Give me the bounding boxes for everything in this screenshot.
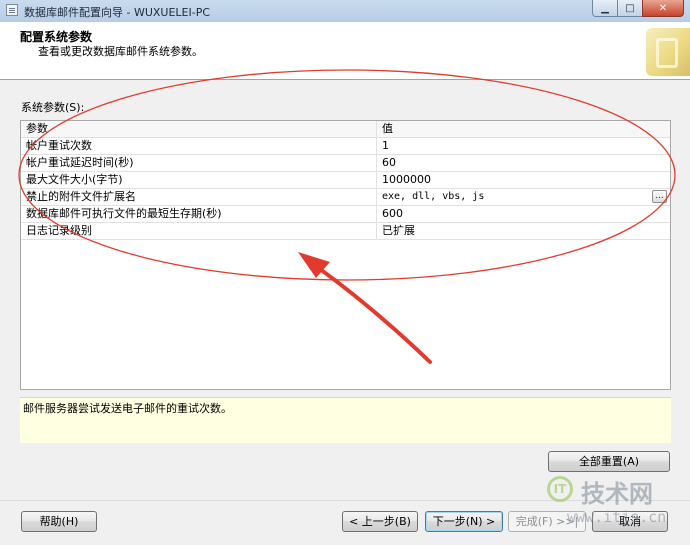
table-row[interactable]: 日志记录级别 已扩展 [21,223,670,240]
parameter-value[interactable]: 1 [382,138,652,154]
table-row[interactable]: 帐户重试延迟时间(秒) 60 [21,155,670,172]
parameter-name: 禁止的附件文件扩展名 [26,190,136,203]
parameter-value[interactable]: exe, dll, vbs, js [382,189,652,205]
page-subtitle: 查看或更改数据库邮件系统参数。 [38,45,203,58]
window-title: 数据库邮件配置向导 - WUXUELEI-PC [24,6,211,19]
parameter-name: 帐户重试次数 [26,139,92,152]
minimize-icon: ▁ [601,2,609,14]
maximize-icon: □ [625,2,635,14]
column-divider[interactable] [376,121,377,137]
table-row[interactable]: 帐户重试次数 1 [21,138,670,155]
watermark-logo-icon: IT [547,476,573,502]
column-divider [376,155,377,171]
system-parameters-label: 系统参数(S): [21,101,85,114]
close-button[interactable]: ✕ [642,0,684,17]
app-icon [6,4,18,16]
cancel-button[interactable]: 取消 [592,511,668,532]
help-button[interactable]: 帮助(H) [21,511,97,532]
minimize-button[interactable]: ▁ [592,0,618,17]
parameter-value[interactable]: 已扩展 [382,223,652,239]
back-button[interactable]: < 上一步(B) [342,511,418,532]
table-row[interactable]: 最大文件大小(字节) 1000000 [21,172,670,189]
maximize-button[interactable]: □ [617,0,643,17]
next-button[interactable]: 下一步(N) > [425,511,503,532]
close-icon: ✕ [658,2,668,14]
table-row[interactable]: 数据库邮件可执行文件的最短生存期(秒) 600 [21,206,670,223]
column-divider [376,138,377,154]
system-parameters-grid[interactable]: 参数 值 帐户重试次数 1 帐户重试延迟时间(秒) 60 最大文件大小(字节) … [20,120,671,390]
parameter-name: 帐户重试延迟时间(秒) [26,156,134,169]
wizard-header: 配置系统参数 查看或更改数据库邮件系统参数。 [0,22,690,80]
column-header-parameter[interactable]: 参数 [26,121,376,137]
watermark-brand: 技术网 [581,480,653,508]
parameter-value[interactable]: 60 [382,155,652,171]
edit-extensions-button[interactable]: ... [652,190,667,203]
column-divider [376,172,377,188]
window-titlebar[interactable]: 数据库邮件配置向导 - WUXUELEI-PC ▁ □ ✕ [0,0,690,23]
parameter-name: 日志记录级别 [26,224,92,237]
column-divider [376,189,377,205]
wizard-banner-graphic-icon [646,28,690,76]
footer-separator [0,500,690,501]
parameter-description: 邮件服务器尝试发送电子邮件的重试次数。 [20,397,671,443]
parameter-name: 数据库邮件可执行文件的最短生存期(秒) [26,207,222,220]
column-header-value[interactable]: 值 [382,121,652,137]
window-controls: ▁ □ ✕ [592,0,684,18]
parameter-name: 最大文件大小(字节) [26,173,123,186]
column-divider [376,223,377,239]
column-divider [376,206,377,222]
reset-all-button[interactable]: 全部重置(A) [548,451,670,472]
parameter-value[interactable]: 600 [382,206,652,222]
finish-button[interactable]: 完成(F) >>| [508,511,586,532]
parameter-value[interactable]: 1000000 [382,172,652,188]
grid-header-row: 参数 值 [21,121,670,138]
table-row[interactable]: 禁止的附件文件扩展名 exe, dll, vbs, js ... [21,189,670,206]
